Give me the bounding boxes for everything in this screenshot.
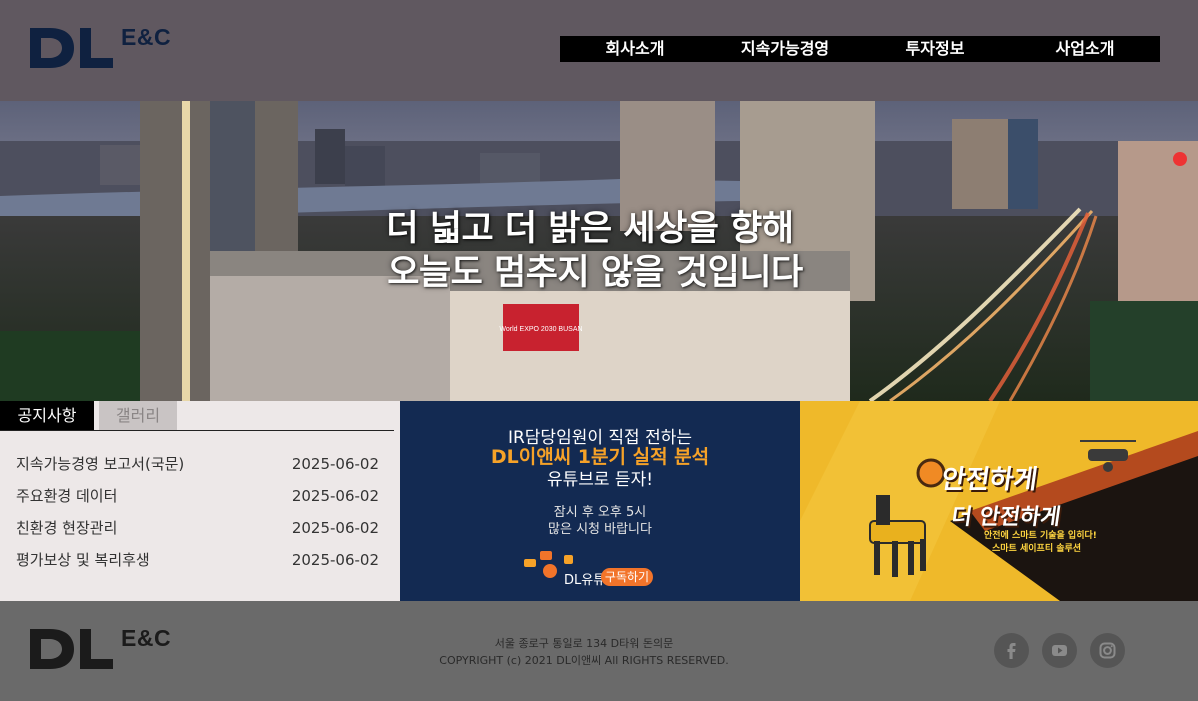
safety-line-1: 안전하게 bbox=[939, 465, 1040, 495]
billboard-text: World EXPO 2030 BUSAN bbox=[499, 326, 582, 333]
subscribe-button[interactable]: 구독하기 bbox=[601, 568, 653, 586]
notice-board: 공지사항 갤러리 지속가능경영 보고서(국문) 2025-06-02 주요환경 … bbox=[0, 401, 400, 601]
facebook-icon[interactable] bbox=[994, 633, 1029, 668]
safety-line-2: 더 안전하게 bbox=[949, 505, 1063, 530]
nav-item-company[interactable]: 회사소개 bbox=[560, 36, 710, 62]
notice-date: 2025-06-02 bbox=[291, 551, 379, 569]
instagram-icon[interactable] bbox=[1090, 633, 1125, 668]
notice-date: 2025-06-02 bbox=[291, 519, 379, 537]
nav-item-investor[interactable]: 투자정보 bbox=[860, 36, 1010, 62]
footer-logo[interactable]: E&C bbox=[30, 625, 175, 671]
ir-banner-line-5: 많은 시청 바랍니다 bbox=[548, 522, 652, 537]
dl-logo[interactable]: E&C bbox=[30, 24, 175, 70]
nav-item-business[interactable]: 사업소개 bbox=[1010, 36, 1160, 62]
site-footer: E&C 서울 종로구 통일로 134 D타워 돈의문 COPYRIGHT (c)… bbox=[0, 601, 1198, 701]
ir-youtube-banner[interactable]: IR담당임원이 직접 전하는 DL이앤씨 1분기 실적 분석 유튜브로 듣자! … bbox=[400, 401, 800, 601]
notice-item[interactable]: 주요환경 데이터 2025-06-02 bbox=[16, 483, 379, 515]
footer-address: 서울 종로구 통일로 134 D타워 돈의문 bbox=[494, 637, 674, 650]
youtube-icon[interactable] bbox=[1042, 633, 1077, 668]
footer-info: 서울 종로구 통일로 134 D타워 돈의문 COPYRIGHT (c) 202… bbox=[384, 635, 784, 669]
safety-line-3: 안전에 스마트 기술을 입히다! bbox=[984, 531, 1097, 541]
safety-line-4: 스마트 세이프티 솔루션 bbox=[992, 544, 1082, 554]
footer-logo-mark bbox=[30, 629, 113, 669]
notice-tabs: 공지사항 갤러리 bbox=[0, 401, 394, 431]
notice-date: 2025-06-02 bbox=[291, 455, 379, 473]
logo-suffix: E&C bbox=[121, 24, 172, 50]
hero-line-2: 오늘도 멈추지 않을 것입니다 bbox=[387, 253, 803, 293]
dl-logo-mark bbox=[30, 28, 113, 68]
notice-title: 평가보상 및 복리후생 bbox=[16, 551, 150, 569]
notice-item[interactable]: 친환경 현장관리 2025-06-02 bbox=[16, 515, 379, 547]
notice-item[interactable]: 평가보상 및 복리후생 2025-06-02 bbox=[16, 547, 379, 579]
notice-title: 친환경 현장관리 bbox=[16, 519, 118, 537]
notice-list: 지속가능경영 보고서(국문) 2025-06-02 주요환경 데이터 2025-… bbox=[16, 451, 379, 579]
notice-title: 주요환경 데이터 bbox=[16, 487, 118, 505]
footer-logo-suffix: E&C bbox=[121, 625, 172, 651]
tab-gallery[interactable]: 갤러리 bbox=[99, 401, 177, 430]
smart-safety-banner[interactable]: 안전하게 더 안전하게 안전에 스마트 기술을 입히다! 스마트 세이프티 솔루… bbox=[800, 401, 1198, 601]
notice-date: 2025-06-02 bbox=[291, 487, 379, 505]
hero-line-1: 더 넓고 더 밝은 세상을 향해 bbox=[386, 209, 794, 249]
tab-notice[interactable]: 공지사항 bbox=[0, 401, 94, 430]
footer-copyright: COPYRIGHT (c) 2021 DL이앤씨 All RIGHTS RESE… bbox=[439, 654, 729, 667]
hero-headline: 더 넓고 더 밝은 세상을 향해 오늘도 멈추지 않을 것입니다 bbox=[0, 207, 1198, 295]
notice-item[interactable]: 지속가능경영 보고서(국문) 2025-06-02 bbox=[16, 451, 379, 483]
main-nav: 회사소개 지속가능경영 투자정보 사업소개 bbox=[560, 36, 1160, 62]
nav-item-sustainability[interactable]: 지속가능경영 bbox=[710, 36, 860, 62]
notice-title: 지속가능경영 보고서(국문) bbox=[16, 455, 185, 473]
ir-banner-line-3: 유튜브로 듣자! bbox=[546, 470, 654, 490]
hero-banner: World EXPO 2030 BUSAN 더 넓고 더 밝은 세상을 향해 오… bbox=[0, 101, 1198, 401]
site-header: E&C 회사소개 지속가능경영 투자정보 사업소개 bbox=[0, 0, 1198, 101]
